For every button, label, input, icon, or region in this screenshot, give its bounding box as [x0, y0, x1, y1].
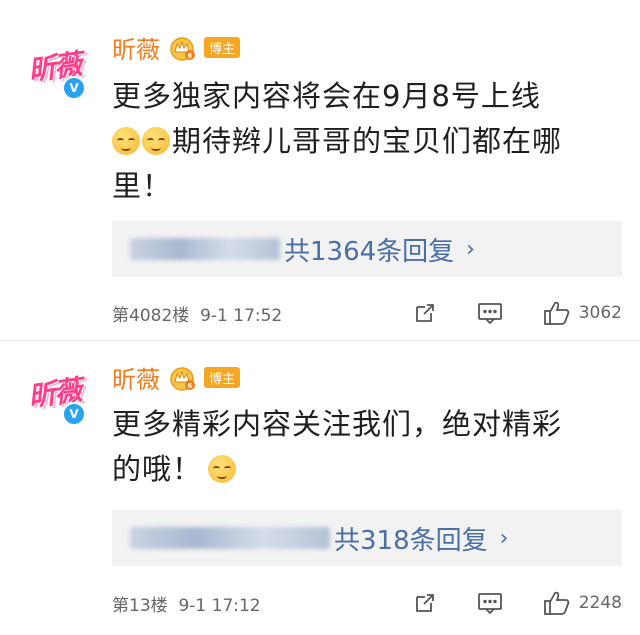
author-name[interactable]: 昕薇 — [112, 360, 160, 395]
floor-number: 第4082楼 — [112, 305, 190, 326]
content-line: 期待辫儿哥哥的宝贝们都在哪 — [112, 119, 622, 164]
comment-button[interactable] — [477, 301, 503, 325]
author-row: 昕薇 6 博主 — [112, 360, 241, 395]
content-line: 的哦！ — [112, 447, 622, 492]
chevron-right-icon: › — [499, 525, 509, 551]
smile-emoji-icon — [142, 127, 170, 155]
like-count: 3062 — [578, 303, 622, 323]
floor-number: 第13楼 — [112, 595, 168, 616]
meta-row: 第4082楼 9-1 17:52 3062 — [112, 300, 622, 326]
content-line: 更多独家内容将会在9月8号上线 — [112, 79, 541, 113]
role-badge: 博主 — [204, 37, 241, 58]
floor-time: 第4082楼 9-1 17:52 — [112, 301, 413, 326]
reply-count: 共1364条回复 — [284, 236, 455, 267]
meta-row: 第13楼 9-1 17:12 2248 — [112, 590, 622, 616]
verified-v-icon: V — [62, 76, 86, 100]
like-count: 2248 — [578, 593, 622, 613]
comment-time: 9-1 17:52 — [200, 305, 283, 326]
svg-text:6: 6 — [188, 382, 193, 390]
reply-summary-box[interactable]: 共318条回复 › — [112, 510, 622, 566]
verified-v-icon: V — [62, 402, 86, 426]
author-name[interactable]: 昕薇 — [112, 30, 160, 65]
comment-button[interactable] — [477, 591, 503, 615]
author-row: 昕薇 6 博主 — [112, 30, 241, 65]
svg-text:6: 6 — [188, 52, 193, 60]
comment-icon — [477, 303, 502, 325]
comment-time: 9-1 17:12 — [178, 595, 261, 616]
share-button[interactable] — [413, 591, 437, 615]
content-line: 更多精彩内容关注我们，绝对精彩 — [112, 407, 563, 441]
reply-count: 共318条回复 — [334, 525, 488, 556]
thumbs-up-icon — [543, 591, 570, 615]
smile-emoji-icon — [112, 127, 140, 155]
thumbs-up-icon — [543, 301, 570, 325]
share-icon — [415, 304, 434, 322]
like-button[interactable]: 3062 — [543, 300, 622, 326]
crown-icon: 6 — [170, 366, 195, 391]
comment-content: 更多精彩内容关注我们，绝对精彩 的哦！ — [112, 402, 622, 492]
comment-icon — [477, 593, 502, 615]
role-badge: 博主 — [204, 367, 241, 388]
smile-emoji-icon — [208, 455, 237, 483]
chevron-right-icon: › — [466, 236, 475, 262]
share-icon — [415, 594, 434, 612]
divider — [0, 340, 640, 341]
reply-summary-box[interactable]: 共1364条回复 › — [112, 221, 622, 277]
blurred-replier-names — [130, 238, 280, 260]
floor-time: 第13楼 9-1 17:12 — [112, 591, 413, 616]
comment-content: 更多独家内容将会在9月8号上线 期待辫儿哥哥的宝贝们都在哪 里！ — [112, 74, 622, 209]
share-button[interactable] — [413, 301, 437, 325]
like-button[interactable]: 2248 — [543, 590, 622, 616]
content-line: 里！ — [112, 169, 173, 203]
blurred-replier-names — [130, 527, 330, 549]
crown-icon: 6 — [170, 36, 195, 61]
